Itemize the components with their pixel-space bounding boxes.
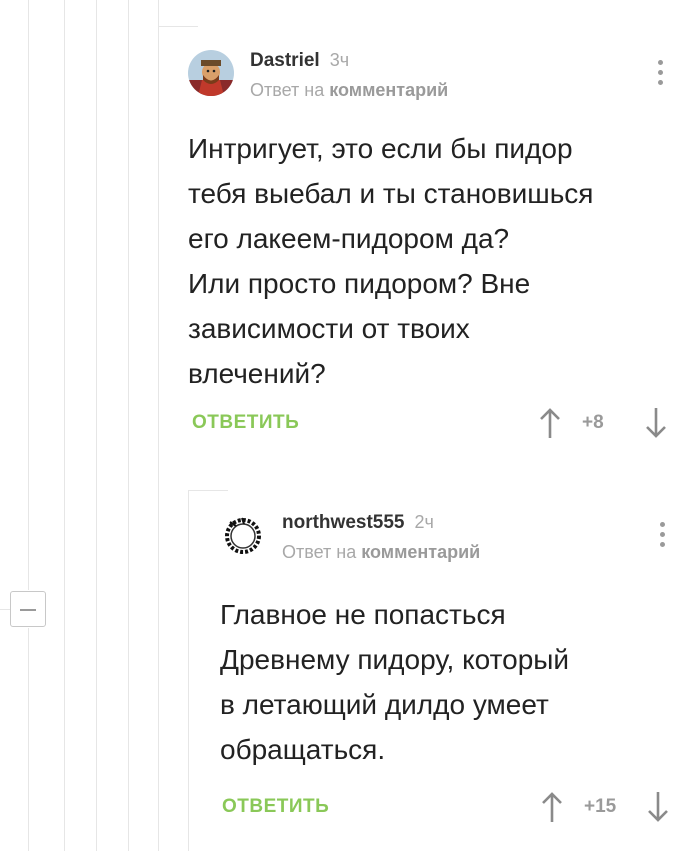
- comment-time: 3ч: [329, 50, 350, 70]
- comment: Dastriel 3ч Ответ на комментарий Интригуе…: [188, 50, 688, 446]
- avatar[interactable]: [220, 512, 266, 558]
- comment-meta: northwest555 2ч Ответ на комментарий: [282, 512, 480, 563]
- comment-text-line: Главное не попасться: [220, 599, 506, 630]
- comment-footer: ОТВЕТИТЬ +15: [220, 790, 690, 830]
- author-name[interactable]: northwest555: [282, 512, 404, 533]
- comment-text-line: зависимости от твоих: [188, 313, 470, 344]
- comment-text: Интригует, это если бы пидор тебя выебал…: [188, 126, 688, 396]
- reply-to: Ответ на комментарий: [282, 542, 480, 563]
- reply-to-prefix: Ответ на: [250, 80, 325, 100]
- arrow-down-icon[interactable]: [646, 790, 670, 824]
- rating: +15: [584, 796, 617, 817]
- comment-text-line: обращаться.: [220, 734, 386, 765]
- reply-button[interactable]: ОТВЕТИТЬ: [192, 412, 299, 434]
- vote-controls: +15: [540, 790, 670, 826]
- thread-line: [96, 0, 97, 851]
- comment-text-line: Древнему пидору, который: [220, 644, 570, 675]
- thread-line: [158, 0, 159, 851]
- minus-icon: [20, 609, 36, 611]
- author-name[interactable]: Dastriel: [250, 50, 320, 71]
- comment: northwest555 2ч Ответ на комментарий Глав…: [220, 512, 690, 830]
- arrow-up-icon[interactable]: [538, 406, 562, 440]
- rating: +8: [582, 412, 604, 433]
- comment-text-line: его лакеем-пидором да?: [188, 223, 510, 254]
- reply-to: Ответ на комментарий: [250, 80, 448, 101]
- arrow-down-icon[interactable]: [644, 406, 668, 440]
- reply-to-prefix: Ответ на: [282, 542, 357, 562]
- comment-text-line: в летающий дилдо умеет: [220, 689, 549, 720]
- comment-text-line: тебя выебал и ты становишься: [188, 178, 594, 209]
- comment-text: Главное не попасться Древнему пидору, ко…: [220, 592, 690, 772]
- thread-line: [28, 0, 29, 590]
- comment-meta: Dastriel 3ч Ответ на комментарий: [250, 50, 448, 101]
- thread-connector: [0, 609, 10, 610]
- thread-line: [128, 0, 129, 851]
- comment-header: northwest555 2ч Ответ на комментарий: [220, 512, 690, 568]
- avatar[interactable]: [188, 50, 234, 96]
- more-vertical-icon[interactable]: [660, 522, 666, 552]
- reply-button[interactable]: ОТВЕТИТЬ: [222, 796, 329, 818]
- arrow-up-icon[interactable]: [540, 790, 564, 824]
- comment-time: 2ч: [414, 512, 434, 532]
- comment-footer: ОТВЕТИТЬ +8: [188, 406, 688, 446]
- vote-controls: +8: [538, 406, 668, 442]
- thread-line: [28, 628, 29, 851]
- thread-line: [64, 0, 65, 851]
- thread-line: [188, 490, 189, 851]
- reply-to-link[interactable]: комментарий: [329, 80, 448, 100]
- comment-text-line: Интригует, это если бы пидор: [188, 133, 573, 164]
- comment-text-line: влечений?: [188, 358, 326, 389]
- reply-to-link[interactable]: комментарий: [361, 542, 480, 562]
- collapse-thread-button[interactable]: [10, 591, 46, 627]
- comment-text-line: Или просто пидором? Вне: [188, 268, 531, 299]
- comment-header: Dastriel 3ч Ответ на комментарий: [188, 50, 688, 106]
- thread-connector: [158, 26, 198, 27]
- more-vertical-icon[interactable]: [658, 60, 664, 90]
- thread-connector: [188, 490, 228, 491]
